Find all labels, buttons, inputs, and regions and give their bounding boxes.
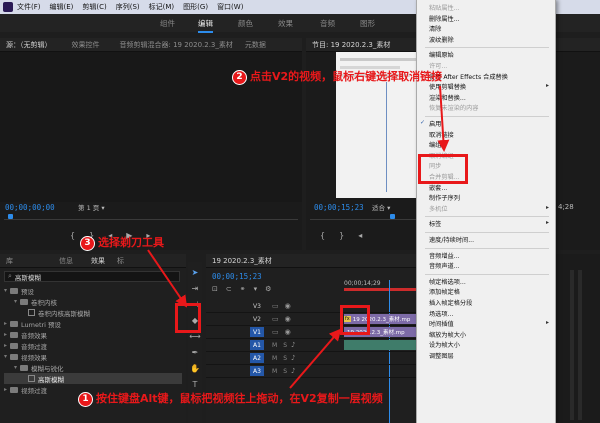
arrow-to-clip <box>289 328 342 389</box>
arrow-to-razor <box>147 249 188 308</box>
annotation-arrows <box>147 85 450 389</box>
arrow-to-unlink <box>437 85 450 152</box>
premiere-window: 文件(F) 编辑(E) 剪辑(C) 序列(S) 标记(M) 图形(G) 窗口(W… <box>0 0 600 423</box>
